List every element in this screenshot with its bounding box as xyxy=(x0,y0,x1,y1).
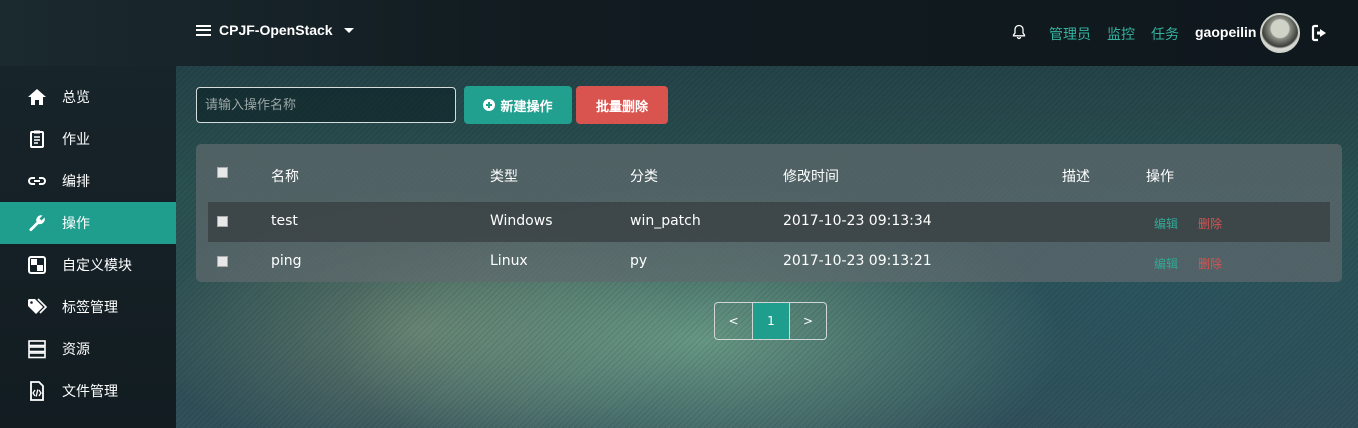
sidebar-item-label: 作业 xyxy=(62,132,90,148)
sidebar-item-label: 资源 xyxy=(62,342,90,358)
sidebar-item-label: 编排 xyxy=(62,174,90,190)
column-header-type[interactable]: 类型 xyxy=(490,166,518,186)
table-row: ping Linux py 2017-10-23 09:13:21 编辑 删除 xyxy=(208,242,1330,282)
sidebar-item-label: 总览 xyxy=(62,90,90,106)
bell-icon[interactable] xyxy=(1011,24,1027,40)
delete-link[interactable]: 删除 xyxy=(1198,255,1222,272)
list-icon xyxy=(196,24,211,36)
sidebar-item-tags[interactable]: 标签管理 xyxy=(0,286,176,328)
prev-page-button[interactable]: < xyxy=(715,303,752,339)
nav-tasks-link[interactable]: 任务 xyxy=(1151,24,1179,44)
column-header-name[interactable]: 名称 xyxy=(271,166,299,186)
project-switcher[interactable]: CPJF-OpenStack xyxy=(196,22,354,38)
cell-name: test xyxy=(271,213,298,229)
column-header-description[interactable]: 描述 xyxy=(1062,166,1090,186)
username[interactable]: gaopeilin xyxy=(1195,24,1256,40)
sidebar-item-label: 自定义模块 xyxy=(62,258,132,274)
avatar[interactable] xyxy=(1260,13,1300,53)
delete-link[interactable]: 删除 xyxy=(1198,215,1222,232)
column-header-category[interactable]: 分类 xyxy=(630,166,658,186)
row-checkbox[interactable] xyxy=(217,256,228,267)
new-operation-button[interactable]: 新建操作 xyxy=(464,86,572,124)
top-bar: CPJF-OpenStack 管理员 监控 任务 gaopeilin xyxy=(0,0,1358,66)
cell-name: ping xyxy=(271,253,302,269)
search-input[interactable] xyxy=(196,87,456,123)
sidebar-item-file-management[interactable]: 文件管理 xyxy=(0,370,176,412)
table-row: test Windows win_patch 2017-10-23 09:13:… xyxy=(208,202,1330,242)
column-header-modified[interactable]: 修改时间 xyxy=(783,166,839,186)
nav-admin-link[interactable]: 管理员 xyxy=(1049,24,1091,44)
clipboard-icon xyxy=(30,130,44,148)
edit-link[interactable]: 编辑 xyxy=(1154,255,1178,272)
caret-down-icon xyxy=(343,27,354,33)
cell-modified: 2017-10-23 09:13:34 xyxy=(783,213,932,229)
sidebar-item-label: 文件管理 xyxy=(62,384,118,400)
sidebar-item-jobs[interactable]: 作业 xyxy=(0,118,176,160)
cell-category: win_patch xyxy=(630,213,701,229)
logout-icon[interactable] xyxy=(1310,23,1330,43)
row-checkbox[interactable] xyxy=(217,216,228,227)
sidebar-item-label: 操作 xyxy=(62,216,90,232)
edit-link[interactable]: 编辑 xyxy=(1154,215,1178,232)
code-file-icon xyxy=(30,381,44,401)
page-button-current[interactable]: 1 xyxy=(752,303,789,339)
server-icon xyxy=(28,340,46,359)
sidebar-item-custom-modules[interactable]: 自定义模块 xyxy=(0,244,176,286)
plus-circle-icon xyxy=(483,99,496,111)
home-icon xyxy=(28,89,46,105)
sidebar-item-overview[interactable]: 总览 xyxy=(0,76,176,118)
cell-type: Windows xyxy=(490,213,553,229)
tags-icon xyxy=(28,298,47,314)
module-icon xyxy=(28,256,46,274)
select-all-checkbox[interactable] xyxy=(217,167,228,178)
cell-category: py xyxy=(630,253,648,269)
cell-modified: 2017-10-23 09:13:21 xyxy=(783,253,932,269)
sidebar: 总览 作业 编排 操作 自定义模块 标签管理 资源 文件管理 xyxy=(0,66,176,428)
project-name: CPJF-OpenStack xyxy=(219,22,333,38)
pagination: < 1 > xyxy=(714,302,827,340)
nav-monitor-link[interactable]: 监控 xyxy=(1107,24,1135,44)
next-page-button[interactable]: > xyxy=(789,303,826,339)
new-operation-label: 新建操作 xyxy=(500,99,553,115)
column-header-actions: 操作 xyxy=(1146,169,1174,185)
sidebar-item-orchestration[interactable]: 编排 xyxy=(0,160,176,202)
cell-type: Linux xyxy=(490,253,528,269)
wrench-icon xyxy=(29,215,45,232)
sidebar-item-operations[interactable]: 操作 xyxy=(0,202,176,244)
batch-delete-label: 批量删除 xyxy=(595,99,648,115)
link-icon xyxy=(28,177,46,185)
operations-table: 名称 类型 分类 修改时间 描述 操作 test Windows win_pat… xyxy=(196,144,1342,282)
batch-delete-button[interactable]: 批量删除 xyxy=(576,86,668,124)
sidebar-item-label: 标签管理 xyxy=(62,300,118,316)
sidebar-item-resources[interactable]: 资源 xyxy=(0,328,176,370)
